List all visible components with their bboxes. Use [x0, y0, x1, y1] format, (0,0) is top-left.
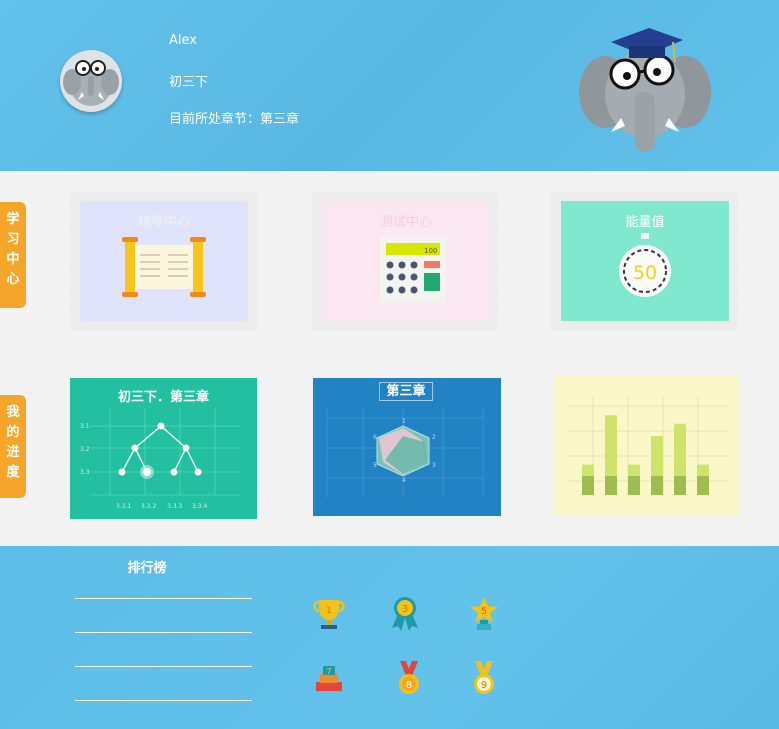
scroll-icon [122, 237, 206, 297]
ribbon-medal-icon[interactable]: 3 [388, 596, 422, 632]
tab-my-progress[interactable]: 我 的 进 度 [0, 395, 26, 498]
bar-base [674, 476, 686, 495]
svg-text:3.3.2: 3.3.2 [141, 503, 156, 510]
chapter-tree-panel[interactable]: 初三下．第三章 3.1 3.2 3.3 3.3.1 3.3.2 3.3.3 3.… [70, 378, 257, 519]
bar-base [651, 476, 663, 495]
trophy-icon[interactable]: 1 [312, 596, 346, 632]
leaderboard-row[interactable] [75, 666, 252, 667]
svg-text:3.3: 3.3 [80, 469, 90, 476]
svg-text:3.3.4: 3.3.4 [192, 503, 207, 510]
svg-text:3.2: 3.2 [80, 446, 90, 453]
tutoring-center-title: 辅导中心 [137, 215, 190, 230]
svg-text:8: 8 [406, 680, 412, 691]
svg-text:1: 1 [326, 606, 332, 616]
user-name: Alex [169, 33, 197, 48]
svg-text:3.3.3: 3.3.3 [167, 503, 182, 510]
tutoring-center-card[interactable]: 辅导中心 [80, 201, 248, 321]
bar-base [582, 476, 594, 495]
profile-header: Alex 初三下 目前所处章节：第三章 [0, 0, 779, 171]
svg-text:50: 50 [633, 262, 657, 284]
svg-text:1: 1 [402, 418, 406, 425]
leaderboard-title: 排行榜 [127, 561, 167, 576]
bar-base [628, 476, 640, 495]
radar-chart-panel[interactable]: 第三章 1 2 3 4 5 6 [313, 378, 501, 516]
svg-text:3.1: 3.1 [80, 423, 90, 430]
svg-text:100: 100 [424, 247, 437, 255]
svg-text:9: 9 [481, 680, 487, 691]
tab-study-center[interactable]: 学 习 中 心 [0, 202, 26, 308]
energy-card-frame: 能量值 50 [551, 192, 738, 330]
svg-text:5: 5 [373, 462, 377, 469]
current-chapter: 目前所处章节：第三章 [169, 112, 300, 127]
user-grade: 初三下 [169, 75, 209, 90]
svg-text:3: 3 [432, 462, 436, 469]
svg-text:2: 2 [432, 434, 436, 441]
leaderboard-row[interactable] [75, 598, 252, 599]
leaderboard-row[interactable] [75, 632, 252, 633]
medal-icon[interactable]: 8 [392, 660, 426, 696]
svg-text:6: 6 [373, 434, 377, 441]
leaderboard-section: 排行榜 1 3 5 7 8 9 [0, 546, 779, 729]
progress-bar-chart [567, 396, 729, 496]
testing-card-frame: 测试中心 100 [312, 192, 498, 330]
calculator-icon: 100 [380, 237, 446, 303]
star-trophy-icon[interactable]: 5 [467, 596, 501, 632]
bar-base [697, 476, 709, 495]
tutoring-card-frame: 辅导中心 [70, 192, 257, 330]
leaderboard-row[interactable] [75, 700, 252, 701]
energy-value-card[interactable]: 能量值 50 [561, 201, 729, 321]
medal-icon[interactable]: 9 [467, 660, 501, 696]
bar-base [605, 476, 617, 495]
svg-text:4: 4 [402, 477, 406, 484]
page: Alex 初三下 目前所处章节：第三章 学 习 中 心 辅导中心 测试中心 10… [0, 0, 779, 729]
testing-center-title: 测试中心 [379, 215, 432, 230]
elephant-mascot-icon [579, 28, 711, 152]
podium-icon[interactable]: 7 [312, 660, 346, 696]
bar-chart-panel[interactable] [553, 376, 740, 516]
svg-text:7: 7 [326, 667, 331, 676]
energy-value-title: 能量值 [625, 215, 665, 230]
testing-center-card[interactable]: 测试中心 100 [322, 201, 490, 321]
stopwatch-icon: 50 [619, 233, 671, 297]
svg-text:3.3.1: 3.3.1 [116, 503, 131, 510]
svg-text:3: 3 [402, 604, 408, 615]
svg-text:5: 5 [481, 607, 487, 617]
avatar[interactable] [60, 50, 122, 112]
